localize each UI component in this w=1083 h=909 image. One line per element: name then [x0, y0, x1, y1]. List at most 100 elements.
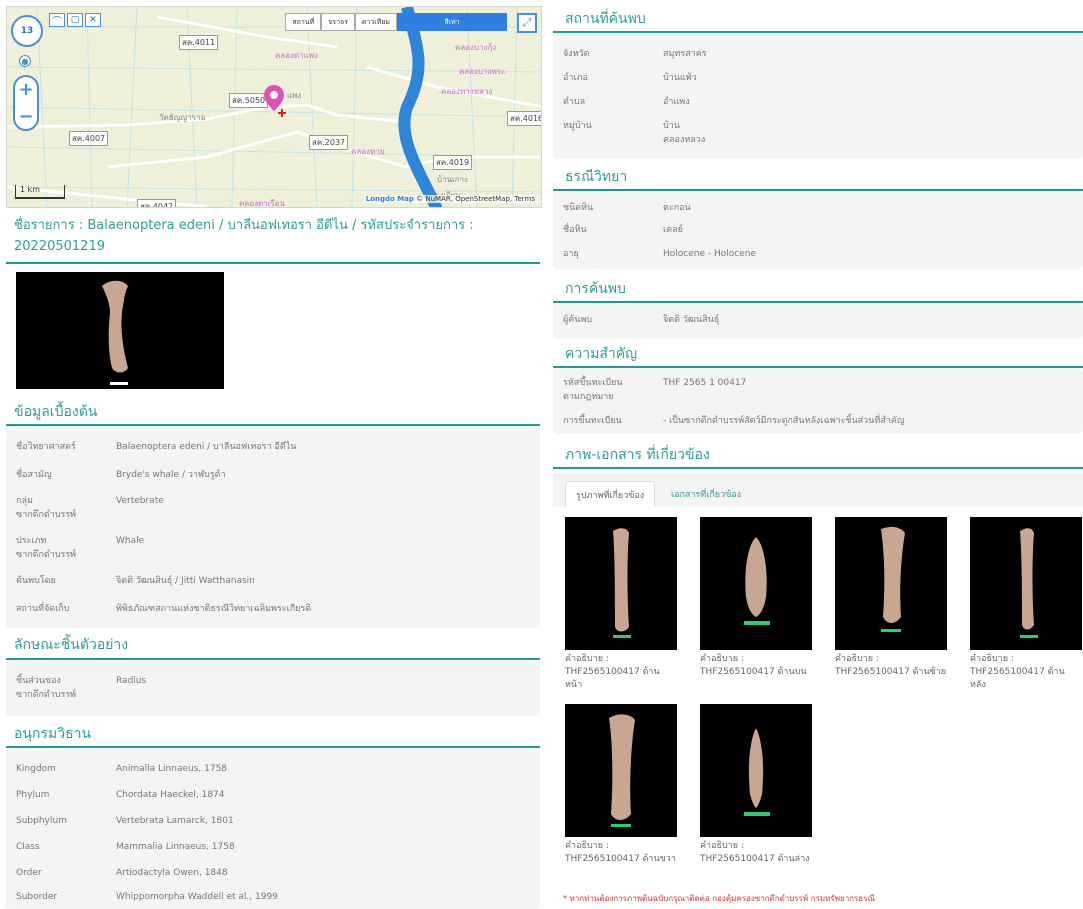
gallery-caption: คำอธิบาย : THF2565100417 ด้านขวา: [565, 841, 676, 864]
importance-heading: ความสำคัญ: [565, 346, 638, 362]
row-value: Holocene - Holocene: [663, 249, 756, 259]
map-attribution[interactable]: Longdo Map © NuMAR, OpenStreetMap, Terms: [363, 195, 537, 203]
tab-related-documents[interactable]: เอกสารที่เกี่ยวข้อง: [661, 481, 751, 507]
specimen-heading: ลักษณะชิ้นตัวอย่าง: [14, 637, 129, 653]
map-navigation-control[interactable]: 13: [11, 15, 43, 47]
gallery-image[interactable]: [565, 704, 677, 837]
row-label: ชนิดหิน: [563, 203, 594, 213]
row-value: จิตติ วัฒนสินธุ์ / Jitti Watthanasin: [116, 576, 255, 586]
location-map[interactable]: สค.4011 สค.5050 สค.4007 สค.2037 สค.4019 …: [6, 6, 542, 208]
gallery-item[interactable]: คำอธิบาย : THF2565100417 ด้านบน: [700, 517, 812, 679]
map-brand: Longdo Map: [365, 195, 414, 203]
row-value: ตะกอน: [663, 203, 691, 213]
row-label: หมู่บ้าน: [563, 121, 592, 131]
zoom-control[interactable]: + −: [13, 75, 39, 131]
specimen-box: ชิ้นส่วนของ ซากดึกดำบรรพ์ Radius: [6, 660, 540, 716]
location-box: จังหวัด สมุทรสาคร อำเภอ บ้านแพ้ว ตำบล อำ…: [553, 33, 1083, 159]
gallery-image[interactable]: [700, 517, 812, 650]
row-label: อายุ: [563, 249, 579, 259]
layer-tab-traffic[interactable]: จราจร: [321, 13, 355, 31]
row-value: Whippomorpha Waddell et al., 1999: [116, 892, 278, 902]
gallery-item[interactable]: คำอธิบาย : THF2565100417 ด้านขวา: [565, 704, 677, 866]
row-value: Bryde's whale / วาฬบรูด้า: [116, 470, 226, 480]
original-image-note: * หากท่านต้องการภาพต้นฉบับกรุณาติดต่อ กอ…: [563, 894, 875, 903]
related-tabs: รูปภาพที่เกี่ยวข้อง เอกสารที่เกี่ยวข้อง: [553, 473, 1083, 507]
canal-label: คลองทางหลวง: [441, 87, 493, 96]
gallery-image[interactable]: [565, 517, 677, 650]
gallery-image[interactable]: [835, 517, 947, 650]
zoom-in-icon[interactable]: +: [18, 79, 33, 100]
gallery-caption: คำอธิบาย : THF2565100417 ด้านบน: [700, 654, 807, 677]
row-label: อำเภอ: [563, 73, 588, 83]
gallery-caption: คำอธิบาย : THF2565100417 ด้าน หลัง: [970, 654, 1065, 690]
gallery-caption: คำอธิบาย : THF2565100417 ด้าน หน้า: [565, 654, 660, 690]
map-scale: 1 km: [15, 185, 65, 199]
left-column: สค.4011 สค.5050 สค.4007 สค.2037 สค.4019 …: [0, 0, 545, 909]
row-label: ชิ้นส่วนของ ซากดึกดำบรรพ์: [16, 676, 77, 700]
row-label: Kingdom: [16, 764, 56, 774]
measure-distance-icon[interactable]: ⌒: [49, 13, 65, 27]
row-label: ตำบล: [563, 97, 586, 107]
basic-info-box: ชื่อวิทยาศาสตร์ Balaenoptera edeni / บาล…: [6, 426, 540, 628]
zoom-level-value: 13: [20, 26, 34, 36]
tab-related-images[interactable]: รูปภาพที่เกี่ยวข้อง: [565, 481, 656, 507]
row-value: Vertebrate: [116, 496, 164, 506]
gallery-item[interactable]: คำอธิบาย : THF2565100417 ด้านล่าง: [700, 704, 812, 866]
row-label: การขึ้นทะเบียน: [563, 416, 622, 426]
row-value: บ้านแพ้ว: [663, 73, 697, 83]
row-label: กลุ่ม ซากดึกดำบรรพ์: [16, 496, 77, 520]
layer-tab-place[interactable]: สถานที่: [285, 13, 322, 31]
road-label: สค.4007: [69, 131, 109, 146]
clear-icon[interactable]: ✕: [85, 13, 101, 27]
taxonomy-box: Kingdom Animalia Linnaeus, 1758 Phylum C…: [6, 748, 540, 909]
location-heading: สถานที่ค้นพบ: [565, 11, 646, 27]
street-view-icon[interactable]: ●: [19, 55, 31, 67]
layer-tab-satellite[interactable]: ดาวเทียม: [354, 13, 397, 31]
fullscreen-icon[interactable]: ⤢: [517, 13, 537, 33]
gallery-caption: คำอธิบาย : THF2565100417 ด้านล่าง: [700, 841, 810, 864]
geology-heading: ธรณีวิทยา: [565, 169, 628, 185]
bone-image: [102, 280, 128, 385]
location-pin-icon[interactable]: [264, 85, 292, 125]
row-value: Vertebrata Lamarck, 1801: [116, 816, 234, 826]
specimen-main-image[interactable]: [16, 272, 224, 389]
basic-info-heading: ข้อมูลเบื้องต้น: [14, 404, 98, 420]
row-label: จังหวัด: [563, 49, 590, 59]
geology-box: ชนิดหิน ตะกอน ชื่อหิน เคลย์ อายุ Holocen…: [553, 191, 1083, 269]
row-value: บ้าน คลองหลวง: [663, 121, 706, 145]
divider: [6, 262, 540, 264]
row-value: Whale: [116, 536, 145, 546]
discovery-heading: การค้นพบ: [565, 281, 626, 297]
layer-tab-grey[interactable]: สีเทา: [397, 13, 507, 31]
village-label: บ้านเกาะ: [437, 175, 469, 184]
row-value: THF 2565 1 00417: [663, 378, 747, 388]
row-label: ชื่อวิทยาศาสตร์: [16, 442, 76, 452]
row-value: Artiodactyla Owen, 1848: [116, 868, 228, 878]
row-label: Class: [16, 842, 40, 852]
gallery-item[interactable]: คำอธิบาย : THF2565100417 ด้านซ้าย: [835, 517, 947, 679]
gallery-image[interactable]: [700, 704, 812, 837]
gallery-caption: คำอธิบาย : THF2565100417 ด้านซ้าย: [835, 654, 947, 677]
row-value: Chordata Haeckel, 1874: [116, 790, 225, 800]
gallery-image[interactable]: [970, 517, 1082, 650]
row-value: Radius: [116, 676, 147, 686]
row-label: ค้นพบโดย: [16, 576, 56, 586]
gallery-item[interactable]: คำอธิบาย : THF2565100417 ด้าน หลัง: [970, 517, 1082, 692]
row-label: สถานที่จัดเก็บ: [16, 604, 70, 614]
road-label: สค.4011: [179, 35, 219, 50]
row-value: Balaenoptera edeni / บาลีนอฟเทอรา อีดีไน: [116, 442, 297, 452]
row-label: ผู้ค้นพบ: [563, 315, 593, 325]
row-value: Mammalia Linnaeus, 1758: [116, 842, 235, 852]
measure-area-icon[interactable]: ▢: [67, 13, 83, 27]
canal-label: คลองหาย: [351, 147, 385, 156]
road-label: สค.4019: [433, 155, 473, 170]
temple-label: วัดธัญญาราม: [159, 113, 206, 122]
row-label: ชื่อสามัญ: [16, 470, 52, 480]
row-label: ชื่อหิน: [563, 225, 587, 235]
zoom-out-icon[interactable]: −: [18, 106, 33, 127]
gallery-item[interactable]: คำอธิบาย : THF2565100417 ด้าน หน้า: [565, 517, 677, 692]
row-label: Subphylum: [16, 816, 67, 826]
row-label: Order: [16, 868, 42, 878]
row-label: ประเภท ซากดึกดำบรรพ์: [16, 536, 77, 560]
map-layer-tabs: สถานที่ จราจร ดาวเทียม สีเทา: [285, 13, 507, 31]
